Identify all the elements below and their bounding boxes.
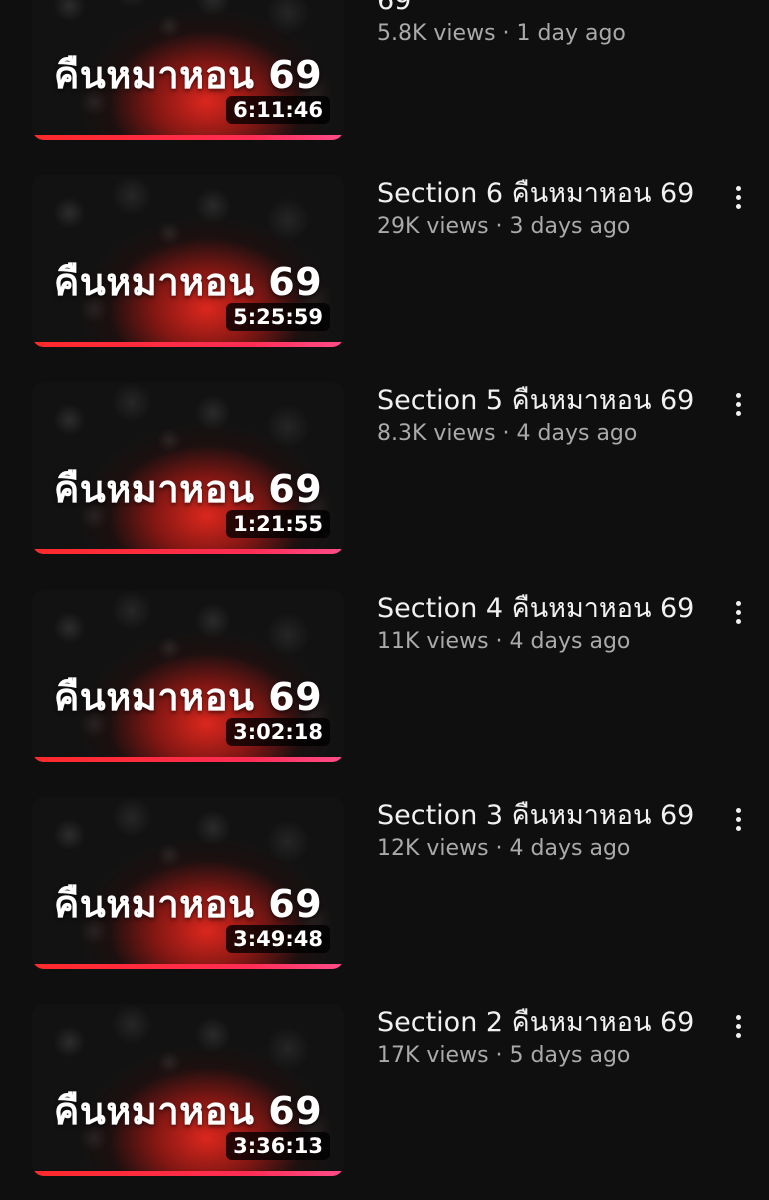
- video-item[interactable]: คืนหมาหอน 69 1:21:55 Section 5 คืนหมาหอน…: [0, 382, 769, 572]
- video-title[interactable]: Section 3 คืนหมาหอน 69: [377, 797, 697, 834]
- duration-badge: 6:11:46: [226, 96, 330, 124]
- video-thumbnail[interactable]: คืนหมาหอน 69 3:36:13: [32, 1004, 344, 1176]
- video-item[interactable]: คืนหมาหอน 69 3:49:48 Section 3 คืนหมาหอน…: [0, 797, 769, 987]
- view-count: 5.8K views: [377, 21, 496, 46]
- watch-progress-bar: [32, 135, 344, 140]
- watch-progress-bar: [32, 757, 344, 762]
- separator-dot: ·: [495, 836, 510, 861]
- video-stats: 11K views · 4 days ago: [377, 627, 697, 657]
- more-vertical-icon: [735, 807, 741, 813]
- view-count: 12K views: [377, 836, 489, 861]
- upload-age: 3 days ago: [509, 214, 631, 239]
- video-thumbnail[interactable]: คืนหมาหอน 69 3:49:48: [32, 797, 344, 969]
- video-thumbnail[interactable]: คืนหมาหอน 69 6:11:46: [32, 0, 344, 140]
- view-count: 11K views: [377, 629, 489, 654]
- video-thumbnail[interactable]: คืนหมาหอน 69 5:25:59: [32, 175, 344, 347]
- watch-progress-fill: [32, 549, 344, 554]
- video-title[interactable]: Section 4 คืนหมาหอน 69: [377, 590, 697, 627]
- video-meta: Section 6 คืนหมาหอน 69 29K views · 3 day…: [377, 175, 697, 242]
- more-options-button[interactable]: [722, 384, 754, 424]
- more-options-button[interactable]: [722, 592, 754, 632]
- video-stats: 29K views · 3 days ago: [377, 212, 697, 242]
- more-vertical-icon: [735, 392, 741, 398]
- video-meta: Section 4 คืนหมาหอน 69 11K views · 4 day…: [377, 590, 697, 657]
- view-count: 8.3K views: [377, 421, 496, 446]
- video-meta: Section 5 คืนหมาหอน 69 8.3K views · 4 da…: [377, 382, 697, 449]
- duration-badge: 5:25:59: [226, 303, 330, 331]
- separator-dot: ·: [495, 214, 510, 239]
- video-item[interactable]: คืนหมาหอน 69 3:02:18 Section 4 คืนหมาหอน…: [0, 590, 769, 780]
- watch-progress-bar: [32, 549, 344, 554]
- more-vertical-icon: [735, 185, 741, 191]
- video-stats: 17K views · 5 days ago: [377, 1041, 697, 1071]
- watch-progress-fill: [32, 135, 344, 140]
- more-vertical-icon: [735, 600, 741, 606]
- video-list: คืนหมาหอน 69 6:11:46 69 5.8K views · 1 d…: [0, 0, 769, 1200]
- video-meta: Section 3 คืนหมาหอน 69 12K views · 4 day…: [377, 797, 697, 864]
- watch-progress-fill: [32, 964, 344, 969]
- video-item[interactable]: คืนหมาหอน 69 3:36:13 Section 2 คืนหมาหอน…: [0, 1004, 769, 1194]
- video-meta: 69 5.8K views · 1 day ago: [377, 0, 697, 49]
- duration-badge: 3:49:48: [226, 925, 330, 953]
- more-vertical-icon: [735, 1014, 741, 1020]
- watch-progress-bar: [32, 342, 344, 347]
- duration-badge: 3:36:13: [226, 1132, 330, 1160]
- separator-dot: ·: [502, 421, 517, 446]
- video-title[interactable]: Section 6 คืนหมาหอน 69: [377, 175, 697, 212]
- video-item[interactable]: คืนหมาหอน 69 5:25:59 Section 6 คืนหมาหอน…: [0, 175, 769, 365]
- watch-progress-fill: [32, 757, 344, 762]
- upload-age: 1 day ago: [516, 21, 626, 46]
- video-thumbnail[interactable]: คืนหมาหอน 69 1:21:55: [32, 382, 344, 554]
- video-stats: 5.8K views · 1 day ago: [377, 19, 697, 49]
- video-title[interactable]: Section 5 คืนหมาหอน 69: [377, 382, 697, 419]
- video-thumbnail[interactable]: คืนหมาหอน 69 3:02:18: [32, 590, 344, 762]
- more-options-button[interactable]: [722, 1006, 754, 1046]
- separator-dot: ·: [495, 629, 510, 654]
- watch-progress-fill: [32, 1171, 344, 1176]
- more-options-button[interactable]: [722, 799, 754, 839]
- watch-progress-bar: [32, 964, 344, 969]
- video-title[interactable]: Section 2 คืนหมาหอน 69: [377, 1004, 697, 1041]
- upload-age: 5 days ago: [509, 1043, 631, 1068]
- watch-progress-bar: [32, 1171, 344, 1176]
- video-stats: 8.3K views · 4 days ago: [377, 419, 697, 449]
- upload-age: 4 days ago: [509, 629, 631, 654]
- watch-progress-fill: [32, 342, 344, 347]
- view-count: 17K views: [377, 1043, 489, 1068]
- separator-dot: ·: [502, 21, 517, 46]
- more-options-button[interactable]: [722, 177, 754, 217]
- upload-age: 4 days ago: [509, 836, 631, 861]
- video-item[interactable]: คืนหมาหอน 69 6:11:46 69 5.8K views · 1 d…: [0, 0, 769, 180]
- duration-badge: 1:21:55: [226, 510, 330, 538]
- separator-dot: ·: [495, 1043, 510, 1068]
- video-meta: Section 2 คืนหมาหอน 69 17K views · 5 day…: [377, 1004, 697, 1071]
- view-count: 29K views: [377, 214, 489, 239]
- duration-badge: 3:02:18: [226, 718, 330, 746]
- video-title[interactable]: 69: [377, 0, 697, 19]
- video-stats: 12K views · 4 days ago: [377, 834, 697, 864]
- upload-age: 4 days ago: [516, 421, 638, 446]
